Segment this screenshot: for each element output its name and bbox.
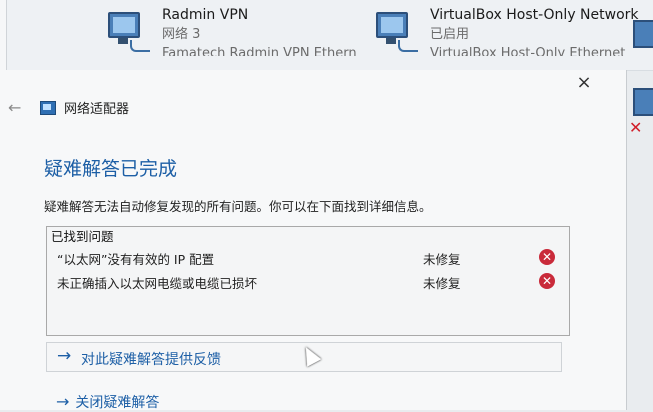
network-connections-window: Radmin VPN 网络 3 Famatech Radmin VPN Ethe… bbox=[0, 0, 653, 71]
network-adapter-icon bbox=[372, 6, 418, 52]
problem-text: 未正确插入以太网电缆或电缆已损坏 bbox=[57, 276, 258, 291]
adapter-status: 已启用 bbox=[430, 27, 470, 42]
back-arrow-icon[interactable]: ← bbox=[8, 98, 28, 117]
problem-status: 未修复 bbox=[423, 276, 461, 291]
result-description: 疑难解答无法自动修复发现的所有问题。你可以在下面找到详细信息。 bbox=[44, 199, 432, 214]
adapter-name: Radmin VPN bbox=[162, 7, 249, 23]
adapter-device: VirtualBox Host-Only Ethernet bbox=[430, 46, 626, 56]
close-link-label: 关闭疑难解答 bbox=[75, 395, 160, 411]
adapter-name: VirtualBox Host-Only Network bbox=[430, 7, 639, 23]
window-edge bbox=[0, 0, 7, 70]
adapter-radmin-vpn[interactable]: Radmin VPN 网络 3 Famatech Radmin VPN Ethe… bbox=[104, 6, 357, 56]
error-icon: ✕ bbox=[539, 273, 555, 289]
error-icon: ✕ bbox=[539, 249, 555, 265]
adapter-status: 网络 3 bbox=[162, 27, 201, 42]
network-adapter-icon bbox=[104, 6, 150, 52]
close-troubleshooter-link[interactable]: → 关闭疑难解答 bbox=[56, 392, 159, 412]
feedback-link-label: 对此疑难解答提供反馈 bbox=[81, 352, 221, 368]
arrow-right-icon: → bbox=[56, 392, 70, 411]
problems-found-panel: 已找到问题 “以太网”没有有效的 IP 配置 未修复 ✕ 未正确插入以太网电缆或… bbox=[46, 226, 570, 336]
problem-status: 未修复 bbox=[423, 252, 461, 267]
dialog-nav: ← 网络适配器 bbox=[8, 98, 129, 117]
dialog-title: 网络适配器 bbox=[64, 102, 130, 117]
network-adapter-icon[interactable] bbox=[633, 20, 653, 48]
adapter-virtualbox[interactable]: VirtualBox Host-Only Network 已启用 Virtual… bbox=[372, 6, 639, 56]
problem-text: “以太网”没有有效的 IP 配置 bbox=[57, 252, 215, 267]
close-icon[interactable]: × bbox=[572, 72, 596, 93]
problems-header: 已找到问题 bbox=[51, 229, 114, 244]
arrow-right-icon: → bbox=[57, 346, 72, 366]
network-adapter-icon[interactable] bbox=[633, 88, 653, 116]
page-title: 疑难解答已完成 bbox=[44, 158, 178, 180]
adapter-device: Famatech Radmin VPN Ethern bbox=[162, 46, 357, 56]
disconnected-icon: ✕ bbox=[629, 118, 643, 137]
network-adapter-small-icon bbox=[40, 100, 56, 115]
